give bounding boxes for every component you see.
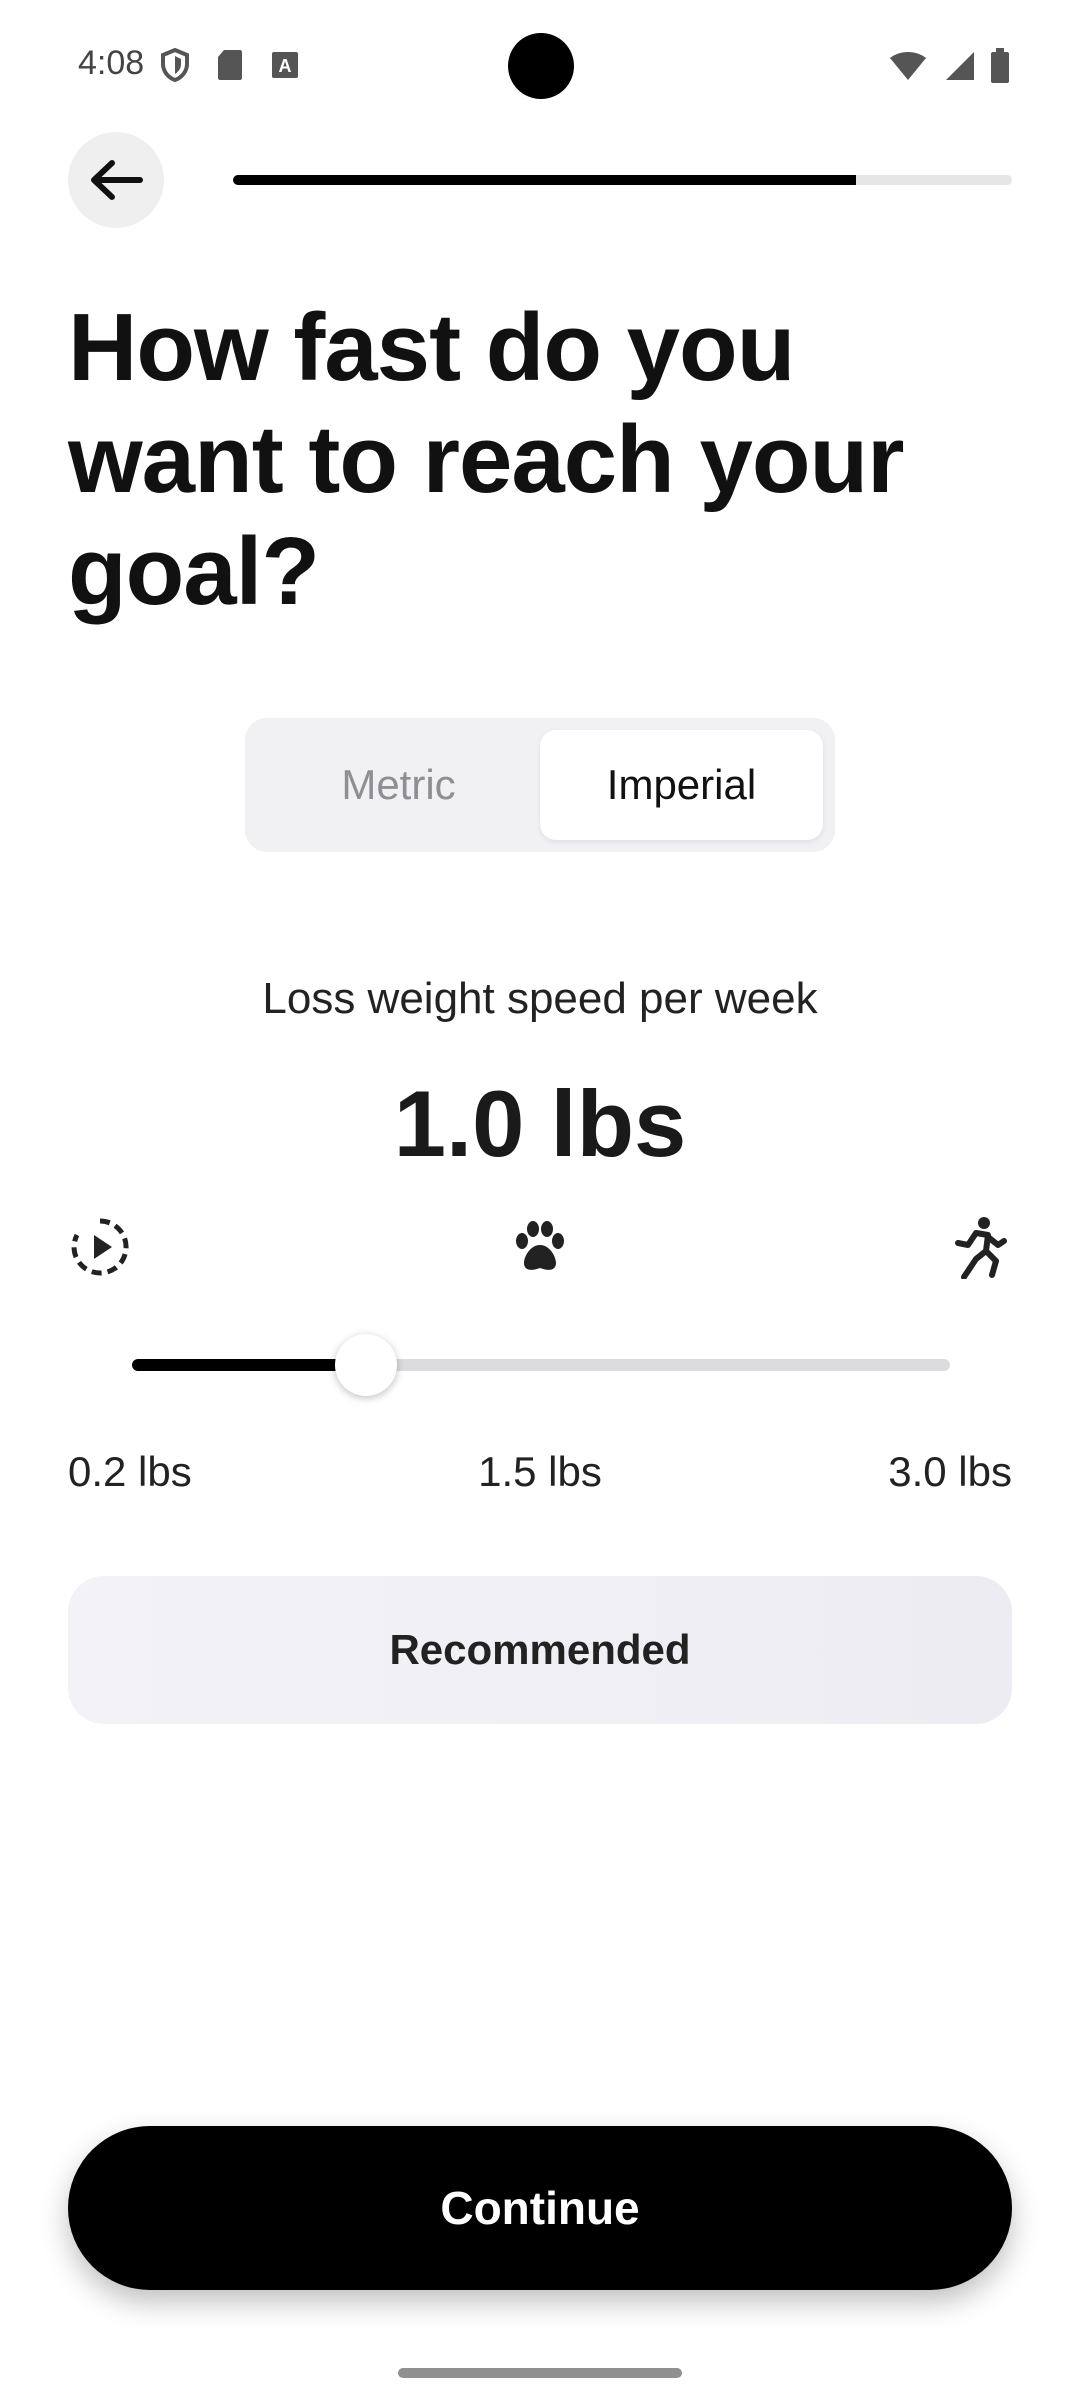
tick-label-max: 3.0 lbs (888, 1448, 1012, 1495)
speed-slider-thumb[interactable] (334, 1334, 397, 1396)
running-icon (955, 1217, 1007, 1279)
unit-option-imperial[interactable]: Imperial (540, 730, 823, 840)
recommended-badge: Recommended (68, 1576, 1012, 1724)
font-a-icon: A (272, 52, 298, 78)
battery-icon (991, 48, 1009, 83)
onboarding-progress-bar (233, 175, 1012, 185)
sd-card-icon (218, 50, 242, 80)
signal-icon (946, 52, 974, 80)
status-bar: 4:08 A (0, 0, 1080, 130)
speed-slider-fill (132, 1359, 366, 1371)
paw-icon (516, 1221, 564, 1270)
arrow-left-icon (91, 160, 143, 200)
wifi-icon (890, 52, 926, 80)
speed-slider-track[interactable] (132, 1359, 950, 1371)
home-indicator (398, 2368, 682, 2378)
continue-button[interactable]: Continue (68, 2126, 1012, 2290)
camera-cutout (508, 33, 574, 99)
shield-icon (161, 48, 189, 82)
speed-label: Loss weight speed per week (262, 974, 818, 1023)
status-icons-left: A (160, 48, 300, 82)
screen: 4:08 A How fast do you want to reach you… (0, 0, 1080, 2400)
unit-option-metric[interactable]: Metric (257, 730, 540, 840)
status-icons-right (888, 48, 1010, 84)
slow-timer-icon (71, 1218, 129, 1276)
unit-toggle: Metric Imperial (245, 718, 835, 852)
page-title: How fast do you want to reach your goal? (68, 294, 905, 625)
back-button[interactable] (68, 132, 164, 228)
svg-text:A: A (279, 56, 292, 76)
status-time: 4:08 (78, 44, 145, 82)
speed-value: 1.0 lbs (393, 1071, 687, 1176)
progress-fill (233, 175, 857, 185)
